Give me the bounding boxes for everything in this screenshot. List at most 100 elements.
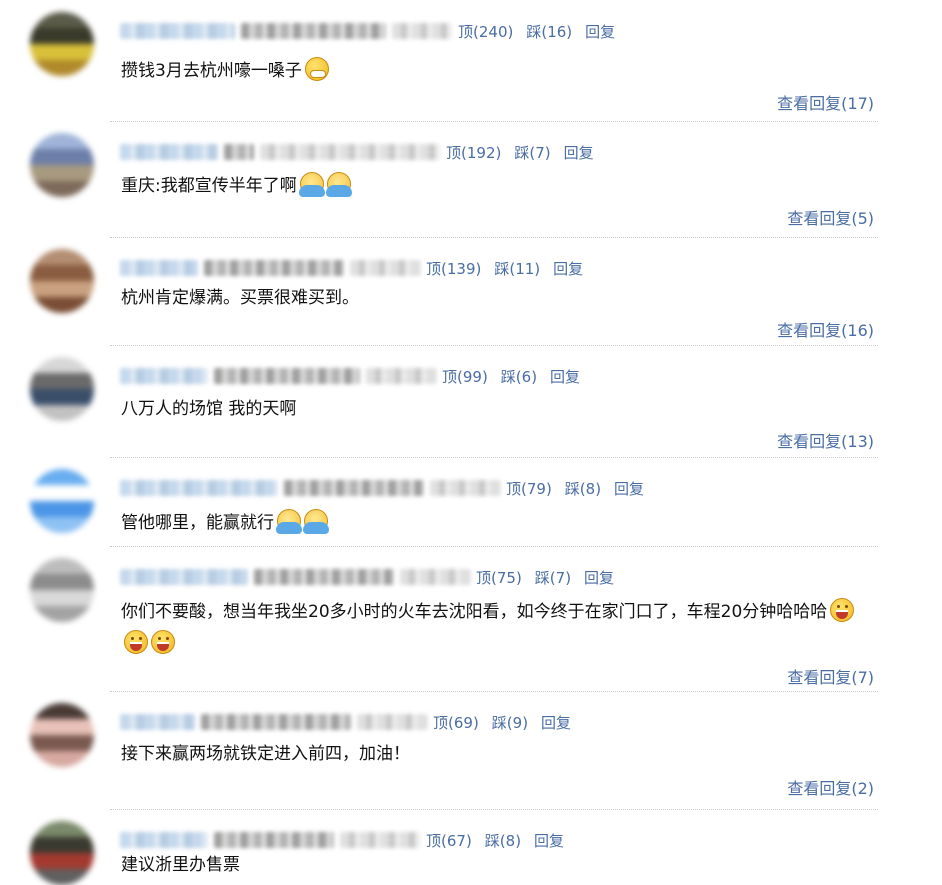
- comment-divider: [110, 809, 878, 810]
- downvote-button[interactable]: 踩(7): [514, 142, 550, 163]
- reply-button[interactable]: 回复: [584, 567, 614, 588]
- comment-text: 接下来赢两场就铁定进入前四，加油！: [121, 744, 410, 764]
- redacted-user-info: [350, 260, 420, 276]
- downvote-button[interactable]: 踩(7): [535, 567, 571, 588]
- upvote-button[interactable]: 顶(240): [458, 21, 513, 42]
- user-avatar[interactable]: [30, 12, 94, 76]
- redacted-user-info: [254, 569, 394, 585]
- downvote-button[interactable]: 踩(6): [501, 366, 537, 387]
- user-avatar[interactable]: [30, 357, 94, 421]
- pray-emoji-icon: [303, 509, 329, 534]
- user-avatar[interactable]: [30, 821, 94, 885]
- comment-divider: [110, 546, 878, 547]
- redacted-user-info: [214, 368, 360, 384]
- comment-text-block: 接下来赢两场就铁定进入前四，加油！: [121, 738, 881, 770]
- view-replies-link[interactable]: 查看回复(7): [787, 664, 874, 688]
- downvote-button[interactable]: 踩(9): [492, 712, 528, 733]
- downvote-button[interactable]: 踩(11): [494, 258, 540, 279]
- upvote-button[interactable]: 顶(69): [433, 712, 479, 733]
- redacted-user-info: [430, 480, 500, 496]
- grin-emoji-icon: [124, 630, 148, 654]
- redacted-user-info: [120, 480, 278, 496]
- cry-emoji-icon: [304, 57, 329, 81]
- comment-text-block: 攒钱3月去杭州嚎一嗓子: [121, 55, 881, 87]
- grin-emoji-icon: [151, 630, 175, 654]
- comment-text-block: 杭州肯定爆满。买票很难买到。: [121, 282, 881, 314]
- comment-meta: 顶(99) 踩(6) 回复: [120, 364, 593, 388]
- upvote-button[interactable]: 顶(75): [476, 567, 522, 588]
- user-avatar[interactable]: [30, 558, 94, 622]
- comment-divider: [110, 691, 878, 692]
- user-avatar[interactable]: [30, 133, 94, 197]
- comment-meta: 顶(139) 踩(11) 回复: [120, 256, 596, 280]
- downvote-button[interactable]: 踩(8): [485, 830, 521, 851]
- grin-emoji-icon: [830, 598, 855, 622]
- comment-text-block: 管他哪里，能赢就行: [121, 507, 881, 539]
- comment-divider: [110, 345, 878, 346]
- redacted-user-info: [241, 23, 386, 39]
- redacted-user-info: [214, 832, 334, 848]
- upvote-button[interactable]: 顶(192): [446, 142, 501, 163]
- redacted-user-info: [284, 480, 424, 496]
- reply-button[interactable]: 回复: [614, 478, 644, 499]
- reply-button[interactable]: 回复: [541, 712, 571, 733]
- upvote-button[interactable]: 顶(67): [426, 830, 472, 851]
- view-replies-link[interactable]: 查看回复(13): [777, 428, 874, 452]
- comment-text-block: 重庆:我都宣传半年了啊: [121, 170, 881, 202]
- comment-text: 八万人的场馆 我的天啊: [121, 399, 297, 419]
- redacted-user-info: [120, 832, 208, 848]
- comment-text-block: 八万人的场馆 我的天啊: [121, 393, 881, 425]
- redacted-user-info: [204, 260, 344, 276]
- view-replies-link[interactable]: 查看回复(17): [777, 90, 874, 114]
- user-avatar[interactable]: [30, 703, 94, 767]
- user-avatar[interactable]: [30, 249, 94, 313]
- pray-emoji-icon: [298, 172, 325, 197]
- comment-divider: [110, 457, 878, 458]
- redacted-user-info: [201, 714, 351, 730]
- reply-button[interactable]: 回复: [553, 258, 583, 279]
- comment-text: 重庆:我都宣传半年了啊: [121, 176, 297, 196]
- redacted-user-info: [120, 23, 235, 39]
- comment-text-block: 你们不要酸，想当年我坐20多小时的火车去沈阳看，如今终于在家门口了，车程20分钟…: [121, 596, 881, 660]
- redacted-user-info: [224, 144, 254, 160]
- redacted-user-info: [340, 832, 420, 848]
- user-avatar[interactable]: [30, 469, 94, 533]
- comment-divider: [110, 121, 878, 122]
- reply-button[interactable]: 回复: [564, 142, 594, 163]
- redacted-user-info: [120, 569, 248, 585]
- upvote-button[interactable]: 顶(99): [442, 366, 488, 387]
- redacted-user-info: [366, 368, 436, 384]
- upvote-button[interactable]: 顶(139): [426, 258, 481, 279]
- redacted-user-info: [260, 144, 440, 160]
- comment-meta: 顶(192) 踩(7) 回复: [120, 140, 607, 164]
- comment-meta: 顶(79) 踩(8) 回复: [120, 476, 657, 500]
- comment-meta: 顶(240) 踩(16) 回复: [120, 19, 628, 43]
- redacted-user-info: [357, 714, 427, 730]
- upvote-button[interactable]: 顶(79): [506, 478, 552, 499]
- comment-text: 你们不要酸，想当年我坐20多小时的火车去沈阳看，如今终于在家门口了，车程20分钟…: [121, 602, 828, 622]
- comment-text: 建议浙里办售票: [121, 855, 240, 875]
- view-replies-link[interactable]: 查看回复(16): [777, 317, 874, 341]
- comment-meta: 顶(69) 踩(9) 回复: [120, 710, 584, 734]
- view-replies-link[interactable]: 查看回复(2): [787, 775, 874, 799]
- redacted-user-info: [120, 714, 195, 730]
- reply-button[interactable]: 回复: [534, 830, 564, 851]
- reply-button[interactable]: 回复: [585, 21, 615, 42]
- comment-divider: [110, 237, 878, 238]
- downvote-button[interactable]: 踩(16): [526, 21, 572, 42]
- redacted-user-info: [120, 368, 208, 384]
- downvote-button[interactable]: 踩(8): [565, 478, 601, 499]
- comment-text: 管他哪里，能赢就行: [121, 513, 274, 533]
- pray-emoji-icon: [276, 509, 302, 534]
- comment-meta: 顶(75) 踩(7) 回复: [120, 565, 627, 589]
- redacted-user-info: [120, 260, 198, 276]
- comment-text: 杭州肯定爆满。买票很难买到。: [121, 288, 359, 308]
- redacted-user-info: [120, 144, 218, 160]
- view-replies-link[interactable]: 查看回复(5): [787, 205, 874, 229]
- reply-button[interactable]: 回复: [550, 366, 580, 387]
- redacted-user-info: [392, 23, 452, 39]
- comment-text: 攒钱3月去杭州嚎一嗓子: [121, 61, 302, 81]
- comment-list: 顶(240) 踩(16) 回复 攒钱3月去杭州嚎一嗓子 查看回复(17) 顶(192) 踩(…: [0, 0, 942, 885]
- pray-emoji-icon: [325, 172, 352, 197]
- comment-text-block: 建议浙里办售票: [121, 849, 881, 881]
